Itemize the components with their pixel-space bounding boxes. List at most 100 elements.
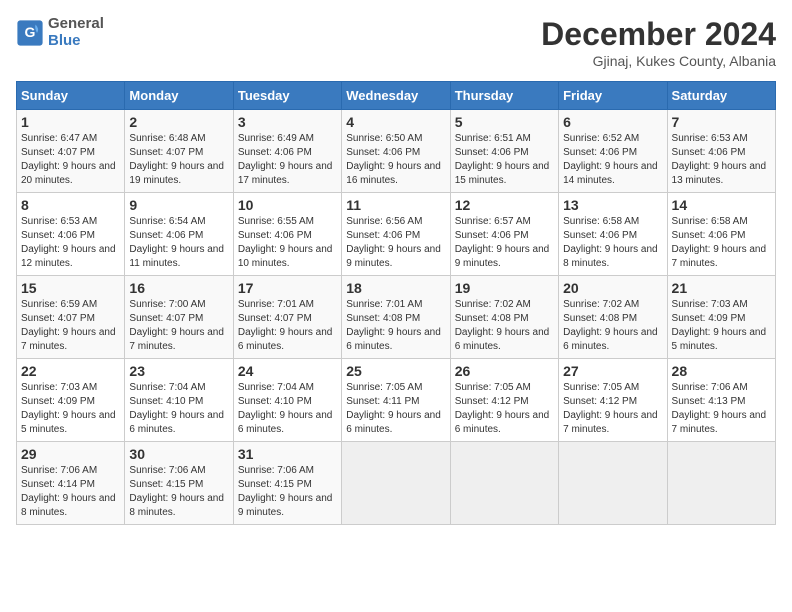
calendar-cell: 30 Sunrise: 7:06 AMSunset: 4:15 PMDaylig… [125, 442, 233, 525]
day-info: Sunrise: 6:51 AMSunset: 4:06 PMDaylight:… [455, 133, 550, 186]
day-info: Sunrise: 6:54 AMSunset: 4:06 PMDaylight:… [129, 216, 224, 269]
day-number: 14 [672, 197, 771, 213]
day-info: Sunrise: 7:02 AMSunset: 4:08 PMDaylight:… [563, 299, 658, 352]
day-info: Sunrise: 7:05 AMSunset: 4:11 PMDaylight:… [346, 382, 441, 435]
calendar-cell: 9 Sunrise: 6:54 AMSunset: 4:06 PMDayligh… [125, 193, 233, 276]
day-info: Sunrise: 6:53 AMSunset: 4:06 PMDaylight:… [672, 133, 767, 186]
day-number: 22 [21, 363, 120, 379]
day-info: Sunrise: 6:56 AMSunset: 4:06 PMDaylight:… [346, 216, 441, 269]
day-info: Sunrise: 7:06 AMSunset: 4:15 PMDaylight:… [238, 465, 333, 518]
calendar-cell: 2 Sunrise: 6:48 AMSunset: 4:07 PMDayligh… [125, 110, 233, 193]
calendar-cell: 31 Sunrise: 7:06 AMSunset: 4:15 PMDaylig… [233, 442, 341, 525]
calendar-cell: 19 Sunrise: 7:02 AMSunset: 4:08 PMDaylig… [450, 276, 558, 359]
day-number: 13 [563, 197, 662, 213]
day-info: Sunrise: 7:03 AMSunset: 4:09 PMDaylight:… [21, 382, 116, 435]
calendar-cell: 13 Sunrise: 6:58 AMSunset: 4:06 PMDaylig… [559, 193, 667, 276]
day-info: Sunrise: 6:48 AMSunset: 4:07 PMDaylight:… [129, 133, 224, 186]
day-number: 28 [672, 363, 771, 379]
calendar-cell: 17 Sunrise: 7:01 AMSunset: 4:07 PMDaylig… [233, 276, 341, 359]
calendar-cell: 15 Sunrise: 6:59 AMSunset: 4:07 PMDaylig… [17, 276, 125, 359]
day-number: 25 [346, 363, 445, 379]
header: G General Blue December 2024 Gjinaj, Kuk… [16, 16, 776, 69]
day-number: 18 [346, 280, 445, 296]
day-number: 1 [21, 114, 120, 130]
column-header-monday: Monday [125, 82, 233, 110]
day-number: 19 [455, 280, 554, 296]
day-info: Sunrise: 7:04 AMSunset: 4:10 PMDaylight:… [129, 382, 224, 435]
day-number: 30 [129, 446, 228, 462]
day-number: 23 [129, 363, 228, 379]
column-header-friday: Friday [559, 82, 667, 110]
day-number: 8 [21, 197, 120, 213]
day-number: 3 [238, 114, 337, 130]
day-info: Sunrise: 7:00 AMSunset: 4:07 PMDaylight:… [129, 299, 224, 352]
calendar-cell [667, 442, 775, 525]
day-info: Sunrise: 6:55 AMSunset: 4:06 PMDaylight:… [238, 216, 333, 269]
day-info: Sunrise: 7:05 AMSunset: 4:12 PMDaylight:… [563, 382, 658, 435]
day-number: 26 [455, 363, 554, 379]
day-number: 5 [455, 114, 554, 130]
week-row-4: 22 Sunrise: 7:03 AMSunset: 4:09 PMDaylig… [17, 359, 776, 442]
calendar-cell: 16 Sunrise: 7:00 AMSunset: 4:07 PMDaylig… [125, 276, 233, 359]
logo: G General Blue [16, 16, 104, 49]
calendar-cell: 10 Sunrise: 6:55 AMSunset: 4:06 PMDaylig… [233, 193, 341, 276]
day-number: 9 [129, 197, 228, 213]
calendar-cell [342, 442, 450, 525]
day-info: Sunrise: 7:01 AMSunset: 4:07 PMDaylight:… [238, 299, 333, 352]
calendar-cell: 20 Sunrise: 7:02 AMSunset: 4:08 PMDaylig… [559, 276, 667, 359]
day-number: 4 [346, 114, 445, 130]
week-row-3: 15 Sunrise: 6:59 AMSunset: 4:07 PMDaylig… [17, 276, 776, 359]
day-info: Sunrise: 7:01 AMSunset: 4:08 PMDaylight:… [346, 299, 441, 352]
week-row-2: 8 Sunrise: 6:53 AMSunset: 4:06 PMDayligh… [17, 193, 776, 276]
day-number: 20 [563, 280, 662, 296]
column-header-tuesday: Tuesday [233, 82, 341, 110]
day-info: Sunrise: 6:59 AMSunset: 4:07 PMDaylight:… [21, 299, 116, 352]
day-number: 7 [672, 114, 771, 130]
day-info: Sunrise: 7:05 AMSunset: 4:12 PMDaylight:… [455, 382, 550, 435]
day-number: 6 [563, 114, 662, 130]
calendar-cell: 3 Sunrise: 6:49 AMSunset: 4:06 PMDayligh… [233, 110, 341, 193]
column-header-wednesday: Wednesday [342, 82, 450, 110]
day-number: 31 [238, 446, 337, 462]
calendar-cell: 29 Sunrise: 7:06 AMSunset: 4:14 PMDaylig… [17, 442, 125, 525]
day-info: Sunrise: 6:57 AMSunset: 4:06 PMDaylight:… [455, 216, 550, 269]
calendar-table: SundayMondayTuesdayWednesdayThursdayFrid… [16, 81, 776, 525]
calendar-cell: 22 Sunrise: 7:03 AMSunset: 4:09 PMDaylig… [17, 359, 125, 442]
day-number: 21 [672, 280, 771, 296]
calendar-cell: 7 Sunrise: 6:53 AMSunset: 4:06 PMDayligh… [667, 110, 775, 193]
day-info: Sunrise: 6:50 AMSunset: 4:06 PMDaylight:… [346, 133, 441, 186]
day-number: 17 [238, 280, 337, 296]
calendar-cell: 21 Sunrise: 7:03 AMSunset: 4:09 PMDaylig… [667, 276, 775, 359]
title-block: December 2024 Gjinaj, Kukes County, Alba… [541, 16, 776, 69]
day-info: Sunrise: 6:53 AMSunset: 4:06 PMDaylight:… [21, 216, 116, 269]
calendar-cell: 12 Sunrise: 6:57 AMSunset: 4:06 PMDaylig… [450, 193, 558, 276]
week-row-5: 29 Sunrise: 7:06 AMSunset: 4:14 PMDaylig… [17, 442, 776, 525]
day-info: Sunrise: 7:06 AMSunset: 4:14 PMDaylight:… [21, 465, 116, 518]
week-row-1: 1 Sunrise: 6:47 AMSunset: 4:07 PMDayligh… [17, 110, 776, 193]
day-info: Sunrise: 7:02 AMSunset: 4:08 PMDaylight:… [455, 299, 550, 352]
calendar-header-row: SundayMondayTuesdayWednesdayThursdayFrid… [17, 82, 776, 110]
day-info: Sunrise: 7:06 AMSunset: 4:13 PMDaylight:… [672, 382, 767, 435]
calendar-cell [559, 442, 667, 525]
logo-icon: G [16, 19, 44, 47]
calendar-cell: 8 Sunrise: 6:53 AMSunset: 4:06 PMDayligh… [17, 193, 125, 276]
day-info: Sunrise: 7:06 AMSunset: 4:15 PMDaylight:… [129, 465, 224, 518]
day-info: Sunrise: 6:58 AMSunset: 4:06 PMDaylight:… [563, 216, 658, 269]
calendar-cell: 26 Sunrise: 7:05 AMSunset: 4:12 PMDaylig… [450, 359, 558, 442]
calendar-cell: 4 Sunrise: 6:50 AMSunset: 4:06 PMDayligh… [342, 110, 450, 193]
calendar-cell: 18 Sunrise: 7:01 AMSunset: 4:08 PMDaylig… [342, 276, 450, 359]
day-info: Sunrise: 6:58 AMSunset: 4:06 PMDaylight:… [672, 216, 767, 269]
calendar-cell: 25 Sunrise: 7:05 AMSunset: 4:11 PMDaylig… [342, 359, 450, 442]
day-number: 16 [129, 280, 228, 296]
column-header-sunday: Sunday [17, 82, 125, 110]
calendar-cell: 27 Sunrise: 7:05 AMSunset: 4:12 PMDaylig… [559, 359, 667, 442]
day-number: 11 [346, 197, 445, 213]
column-header-thursday: Thursday [450, 82, 558, 110]
column-header-saturday: Saturday [667, 82, 775, 110]
day-info: Sunrise: 6:49 AMSunset: 4:06 PMDaylight:… [238, 133, 333, 186]
day-info: Sunrise: 7:03 AMSunset: 4:09 PMDaylight:… [672, 299, 767, 352]
day-info: Sunrise: 7:04 AMSunset: 4:10 PMDaylight:… [238, 382, 333, 435]
day-number: 10 [238, 197, 337, 213]
day-number: 12 [455, 197, 554, 213]
day-number: 2 [129, 114, 228, 130]
